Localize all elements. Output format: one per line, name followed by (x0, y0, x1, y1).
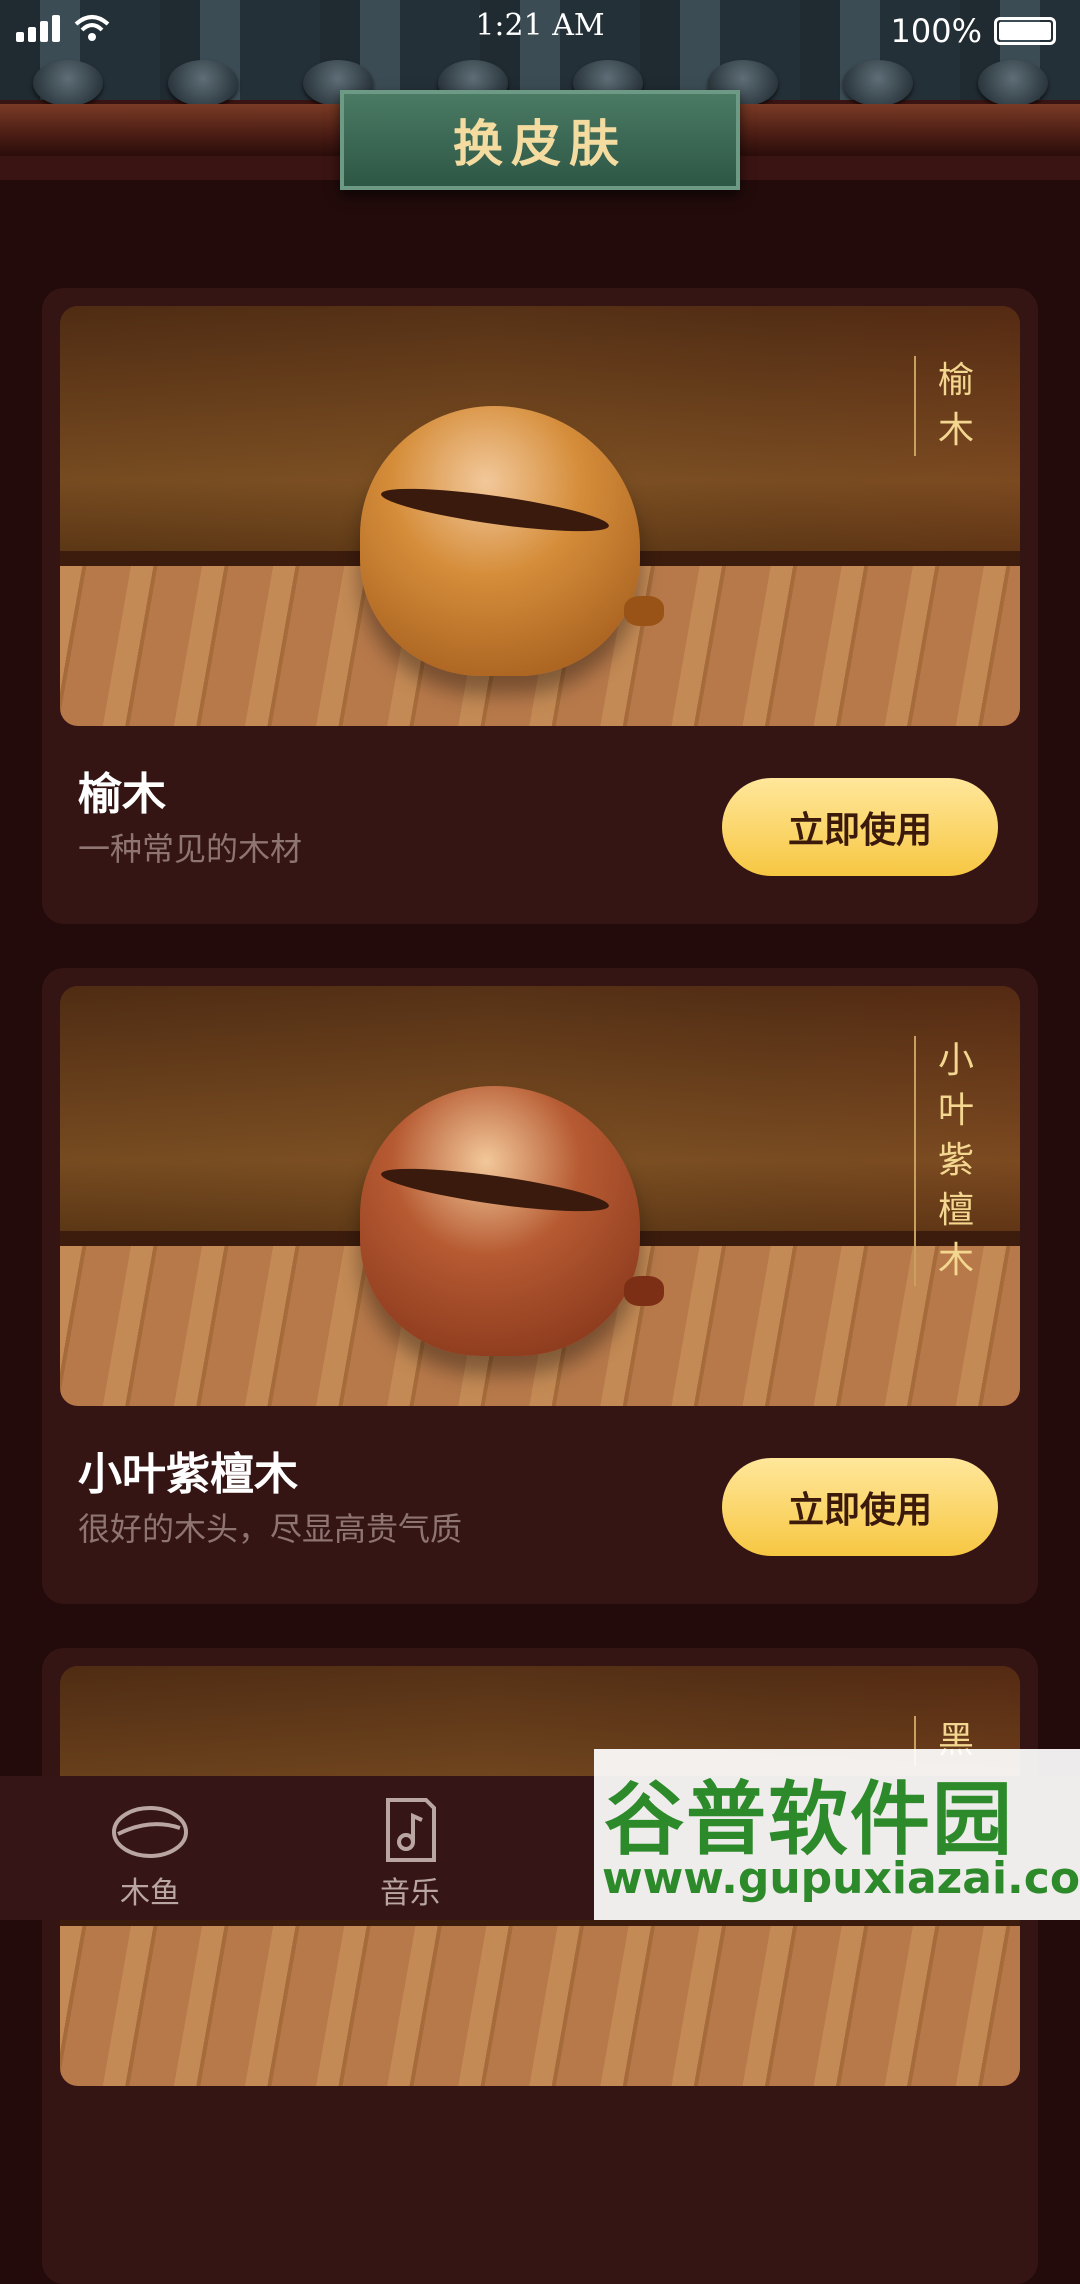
skin-photo: 小叶紫檀木 (60, 986, 1020, 1406)
use-now-button[interactable]: 立即使用 (722, 1458, 998, 1556)
tab-label: 木鱼 (120, 1876, 180, 1911)
skin-name: 榆木 (78, 769, 166, 820)
skin-card-partial: 黑 (42, 1648, 1038, 2284)
tab-label: 音乐 (380, 1876, 440, 1911)
skin-vertical-label: 榆木 (914, 356, 976, 456)
battery-percent: 100% (890, 12, 982, 50)
battery: 100% (891, 12, 1056, 50)
tab-music[interactable]: 音乐 (310, 1776, 510, 1920)
status-bar: 1:21 AM 100% (0, 0, 1080, 60)
watermark: 谷普软件园 www.gupuxiazai.com (594, 1749, 1080, 1920)
watermark-url: www.gupuxiazai.com (602, 1853, 1080, 1904)
skin-name: 小叶紫檀木 (78, 1449, 298, 1500)
skin-photo: 榆木 (60, 306, 1020, 726)
skin-card-elm: 榆木 榆木 一种常见的木材 立即使用 (42, 288, 1038, 924)
page-title: 换皮肤 (453, 114, 627, 173)
skin-card-rosewood: 小叶紫檀木 小叶紫檀木 很好的木头，尽显高贵气质 立即使用 (42, 968, 1038, 1604)
skin-description: 一种常见的木材 (78, 830, 303, 868)
tab-wooden-fish[interactable]: 木鱼 (50, 1776, 250, 1920)
page-title-plaque: 换皮肤 (340, 90, 740, 190)
wooden-fish-icon (112, 1806, 188, 1858)
battery-icon (994, 17, 1056, 45)
music-file-icon (386, 1798, 436, 1862)
skin-description: 很好的木头，尽显高贵气质 (78, 1510, 463, 1548)
skin-vertical-label: 小叶紫檀木 (914, 1036, 976, 1286)
use-now-button[interactable]: 立即使用 (722, 778, 998, 876)
